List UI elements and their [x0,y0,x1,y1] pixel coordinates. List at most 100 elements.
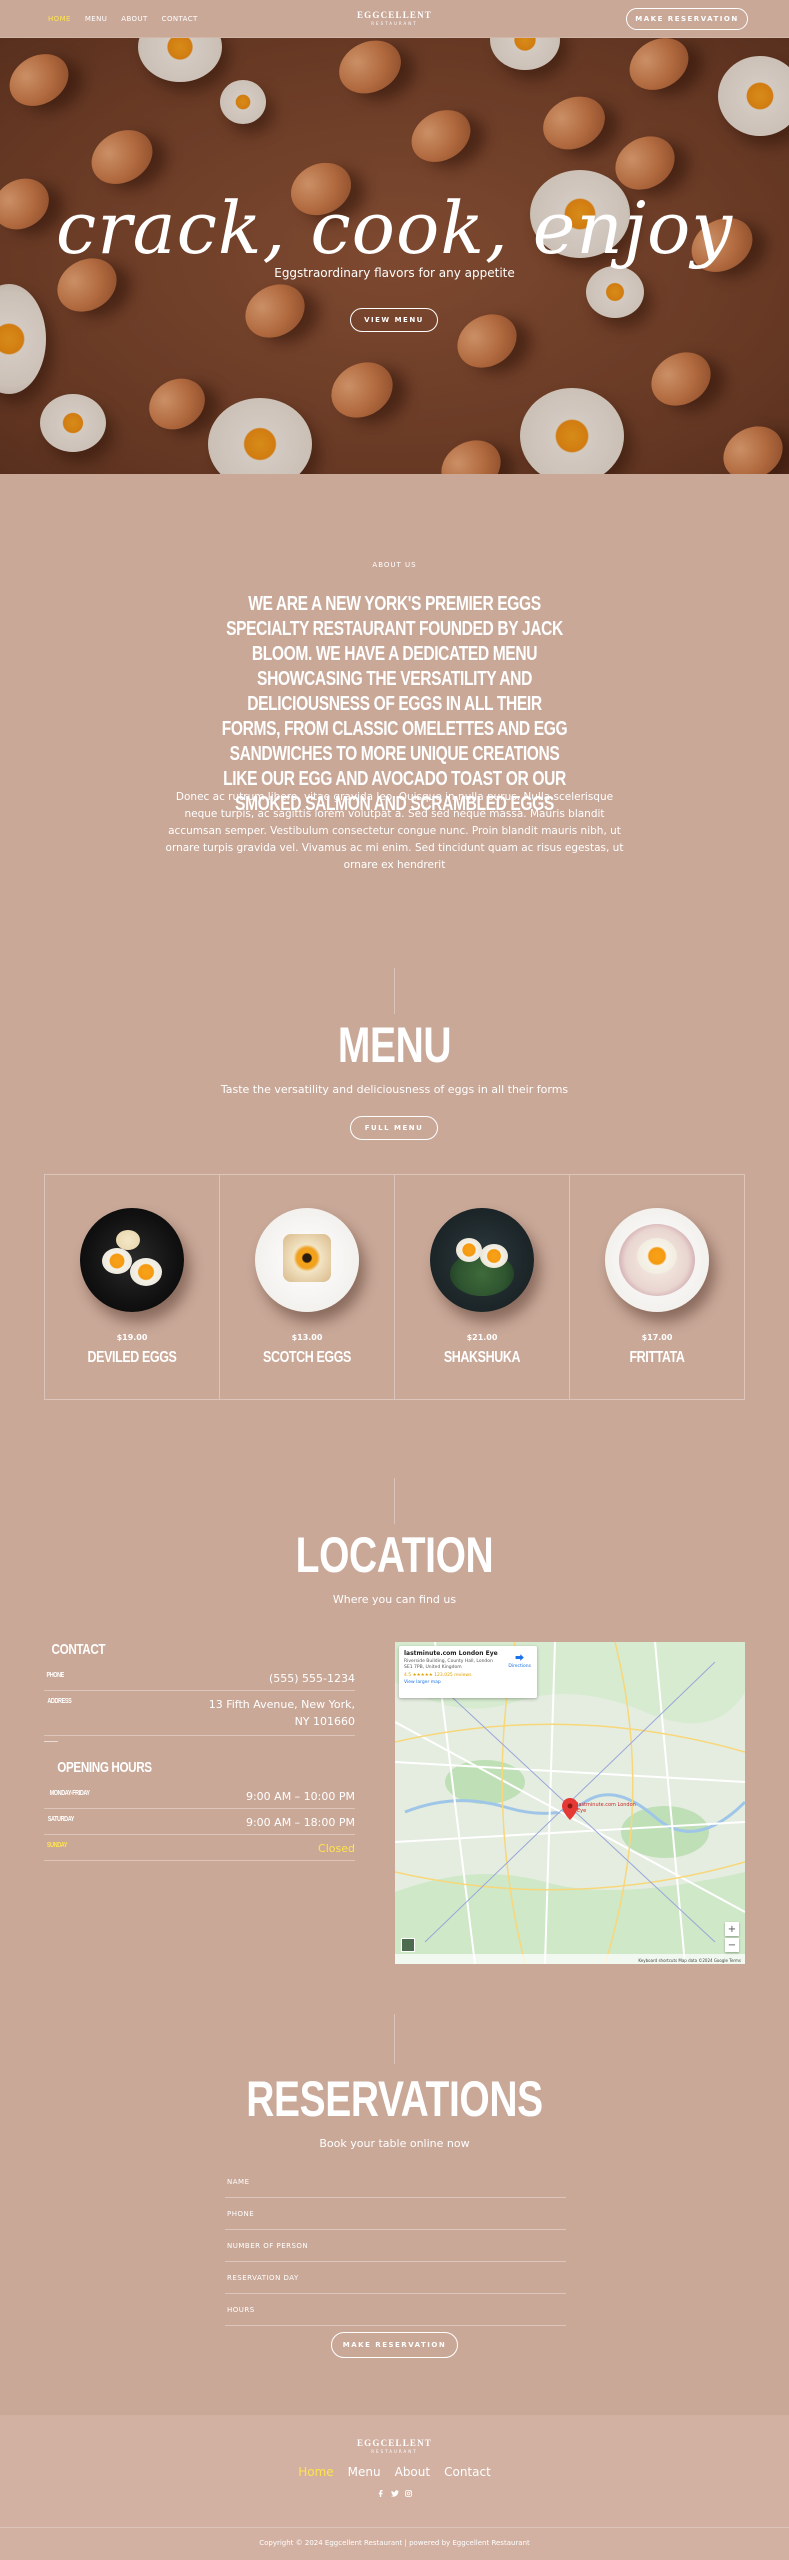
google-map-embed[interactable]: lastminute.com London Eye Riverside Buil… [395,1642,745,1964]
hours-row: SATURDAY 9:00 AM – 18:00 PM [44,1816,355,1835]
contact-divider [44,1741,58,1742]
menu-price: $21.00 [466,1333,498,1342]
location-subtitle: Where you can find us [332,1593,457,1606]
copyright-text: Copyright © 2024 Eggcellent Restaurant |… [259,2539,530,2547]
footer-divider [0,2527,789,2528]
menu-item-scotch-eggs[interactable]: $13.00 Scotch Eggs [220,1175,395,1399]
menu-name: Scotch Eggs [263,1349,351,1366]
hero-subtitle: Eggstraordinary flavors for any appetite [274,266,515,280]
about-heading: We are a New York's premier eggs special… [221,593,568,815]
menu-price: $17.00 [641,1333,673,1342]
reservations-subtitle: Book your table online now [319,2137,470,2150]
phone-row: PHONE (555) 555-1234 [44,1672,355,1691]
hours-row-sunday: SUNDAY Closed [44,1842,355,1861]
shakshuka-image [430,1208,534,1312]
address-line-2: NY 101660 [294,1715,355,1728]
main-nav: Home Menu About Contact [48,15,198,23]
hours-time: 9:00 AM – 10:00 PM [245,1790,355,1803]
twitter-icon[interactable] [390,2489,399,2498]
zoom-out-button[interactable]: − [725,1938,739,1952]
deviled-eggs-image [80,1208,184,1312]
footer-nav-menu[interactable]: Menu [348,2465,381,2479]
menu-item-frittata[interactable]: $17.00 Frittata [570,1175,744,1399]
footer-nav-about[interactable]: About [395,2465,430,2479]
field-label: PHONE [227,2210,255,2218]
address-row: ADDRESS 13 Fifth Avenue, New York, NY 10… [44,1698,355,1736]
logo-title: EGGCELLENT [356,10,433,20]
footer-nav-home[interactable]: Home [298,2465,333,2479]
full-menu-button[interactable]: FULL MENU [350,1116,438,1140]
hours-day: MONDAY-FRIDAY [49,1790,90,1797]
zoom-in-button[interactable]: + [725,1922,739,1936]
field-label: NAME [227,2178,250,2186]
menu-name: Deviled Eggs [87,1349,177,1366]
address-label: ADDRESS [47,1698,72,1705]
hours-time: Closed [318,1842,355,1855]
contact-heading: Contact [51,1641,106,1658]
address-line-1: 13 Fifth Avenue, New York, [208,1698,355,1711]
site-logo[interactable]: EGGCELLENT RESTAURANT [357,11,432,26]
directions-icon: ⮕ [515,1654,525,1664]
menu-grid: $19.00 Deviled Eggs $13.00 Scotch Eggs $… [44,1174,745,1400]
footer-logo-subtitle: RESTAURANT [371,2449,418,2454]
phone-field[interactable]: PHONE [225,2198,566,2230]
location-title: LOCATION [295,1527,494,1583]
map-place-address: Riverside Building, County Hall, London … [404,1659,493,1670]
menu-item-shakshuka[interactable]: $21.00 Shakshuka [395,1175,570,1399]
field-label: NUMBER OF PERSON [227,2242,309,2250]
nav-home[interactable]: Home [48,15,71,23]
submit-reservation-button[interactable]: MAKE RESERVATION [331,2332,458,2358]
directions-label: Directions [508,1664,531,1669]
nav-about[interactable]: About [121,15,147,23]
menu-item-deviled-eggs[interactable]: $19.00 Deviled Eggs [45,1175,220,1399]
about-label: ABOUT US [372,561,417,569]
hours-time: 9:00 AM – 18:00 PM [245,1816,355,1829]
scotch-eggs-image [255,1208,359,1312]
facebook-icon[interactable] [376,2489,385,2498]
frittata-image [605,1208,709,1312]
field-label: HOURS [227,2306,255,2314]
name-field[interactable]: NAME [225,2166,566,2198]
hours-day: SUNDAY [46,1842,68,1849]
opening-hours-heading: Opening Hours [57,1759,152,1776]
nav-menu[interactable]: Menu [85,15,107,23]
hours-field[interactable]: HOURS [225,2294,566,2326]
site-footer: EGGCELLENT RESTAURANT Home Menu About Co… [0,2415,789,2560]
map-attribution: Keyboard shortcuts Map data ©2024 Google… [638,1958,741,1963]
phone-label: PHONE [46,1672,64,1679]
reservation-day-field[interactable]: RESERVATION DAY [225,2262,566,2294]
view-larger-map-link[interactable]: View larger map [404,1680,532,1685]
menu-name: Shakshuka [443,1349,521,1366]
phone-value[interactable]: (555) 555-1234 [269,1670,355,1687]
menu-price: $13.00 [291,1333,323,1342]
hours-row: MONDAY-FRIDAY 9:00 AM – 10:00 PM [44,1790,355,1809]
menu-divider-line [394,968,395,1014]
footer-nav-contact[interactable]: Contact [444,2465,491,2479]
hours-day: SATURDAY [47,1816,75,1823]
location-divider-line [394,1478,395,1524]
menu-name: Frittata [629,1349,685,1366]
make-reservation-button[interactable]: MAKE RESERVATION [626,8,748,30]
map-satellite-toggle[interactable] [401,1938,415,1952]
site-header: Home Menu About Contact EGGCELLENT RESTA… [0,0,789,38]
footer-nav: Home Menu About Contact [0,2465,789,2479]
hero-title: crack, cook, enjoy [55,186,734,270]
reservations-divider-line [394,2014,395,2064]
directions-link[interactable]: ⮕ Directions [508,1651,531,1669]
social-links [0,2489,789,2498]
instagram-icon[interactable] [404,2489,413,2498]
footer-logo-title: EGGCELLENT [356,2438,433,2448]
menu-subtitle: Taste the versatility and deliciousness … [220,1083,569,1096]
reservations-title: RESERVATIONS [246,2071,543,2127]
number-of-person-field[interactable]: NUMBER OF PERSON [225,2230,566,2262]
nav-contact[interactable]: Contact [162,15,198,23]
view-menu-button[interactable]: VIEW MENU [350,308,438,332]
map-rating: 4.5 ★★★★★ 123,025 reviews [404,1673,472,1678]
field-label: RESERVATION DAY [227,2274,299,2282]
footer-logo[interactable]: EGGCELLENT RESTAURANT [0,2439,789,2454]
about-body: Donec ac rutrum libero, vitae gravida le… [165,791,624,871]
menu-title: MENU [337,1017,452,1073]
menu-price: $19.00 [116,1333,148,1342]
hero-section: crack, cook, enjoy Eggstraordinary flavo… [0,38,789,474]
map-pin-label: lastminute.com London Eye [577,1802,636,1814]
